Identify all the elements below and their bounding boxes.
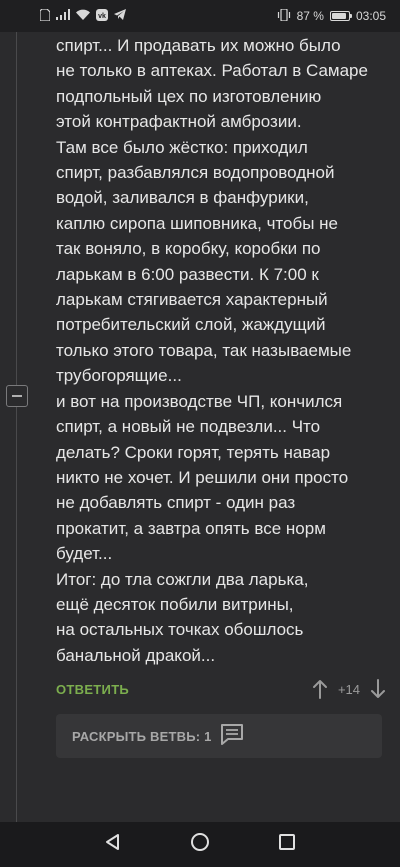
comment-line: делать? Сроки горят, терять навар: [56, 442, 331, 462]
downvote-arrow-icon[interactable]: [370, 679, 386, 699]
battery-level: [331, 13, 346, 19]
comment-line: подпольный цех по изготовлению: [56, 86, 322, 106]
wifi-icon: [76, 9, 90, 23]
comment-line: каплю сиропа шиповника, чтобы не: [56, 213, 339, 233]
expand-branch-button[interactable]: РАСКРЫТЬ ВЕТВЬ: 1: [56, 714, 382, 758]
comment-line: только этого товара, так называемые: [56, 340, 352, 360]
comment-line: прокатит, а завтра опять все норм: [56, 518, 326, 538]
comment-actions: ОТВЕТИТЬ +14: [56, 676, 386, 702]
upvote-arrow-icon[interactable]: [312, 679, 328, 699]
comment-line: и вот на производстве ЧП, кончился: [56, 391, 343, 411]
comment-line: так воняло, в коробку, коробки по: [56, 239, 321, 259]
vk-icon: vk: [96, 8, 108, 24]
sim-icon: [39, 7, 51, 24]
comment-line: будет...: [56, 544, 113, 564]
comment-line: банальной дракой...: [56, 645, 216, 665]
comment-line: ларькам в 6:00 развести. К 7:00 к: [56, 264, 319, 284]
comment-line: ещё десяток побили витрины,: [56, 594, 294, 614]
comment-body: спирт... И продавать их можно было не тол…: [56, 33, 388, 668]
reply-button[interactable]: ОТВЕТИТЬ: [56, 682, 129, 697]
comment-line: ларькам стягивается характерный: [56, 290, 328, 310]
rating-controls: +14: [312, 679, 386, 699]
comment-line: спирт, а новый не подвезли... Что: [56, 417, 321, 437]
comment-line: спирт... И продавать их можно было: [56, 36, 341, 55]
battery-percent: 87 %: [296, 9, 324, 23]
collapse-thread-button[interactable]: [6, 385, 28, 407]
comment-line: не добавлять спирт - один раз: [56, 493, 296, 513]
comment-line: на остальных точках обошлось: [56, 620, 304, 640]
comment-line: Там все было жёстко: приходил: [56, 137, 308, 157]
thread-line: [16, 32, 17, 822]
recents-icon[interactable]: [278, 833, 296, 856]
clock: 03:05: [355, 9, 386, 23]
comment-line: никто не хочет. И решили они просто: [56, 467, 349, 487]
comment-line: трубогорящие...: [56, 366, 182, 386]
signal-icon: [56, 9, 70, 23]
home-icon[interactable]: [190, 832, 210, 857]
expand-branch-label: РАСКРЫТЬ ВЕТВЬ: 1: [72, 728, 212, 744]
minus-icon: [12, 395, 22, 397]
comment-line: спирт, разбавлялся водопроводной: [56, 163, 335, 183]
rating-value: +14: [337, 681, 360, 697]
status-bar: vk 87 % 03:05: [0, 0, 400, 32]
comment-line: не только в аптеках. Работал в Самаре: [56, 61, 368, 81]
svg-text:vk: vk: [98, 13, 106, 20]
telegram-icon: [114, 9, 126, 23]
status-right-icons: 87 % 03:05: [277, 7, 386, 24]
status-left-icons: vk: [39, 7, 126, 24]
back-icon[interactable]: [104, 833, 122, 856]
comment-line: потребительский слой, жаждущий: [56, 315, 326, 335]
comment-line: водой, заливался в фанфурики,: [56, 188, 309, 208]
comment-line: Итог: до тла сожгли два ларька,: [56, 569, 309, 589]
system-nav-bar: [0, 822, 400, 867]
vibrate-icon: [277, 7, 291, 24]
comment-line: этой контрафактной амброзии.: [56, 112, 302, 132]
comment-icon: [220, 723, 244, 750]
battery-icon: [329, 11, 352, 21]
